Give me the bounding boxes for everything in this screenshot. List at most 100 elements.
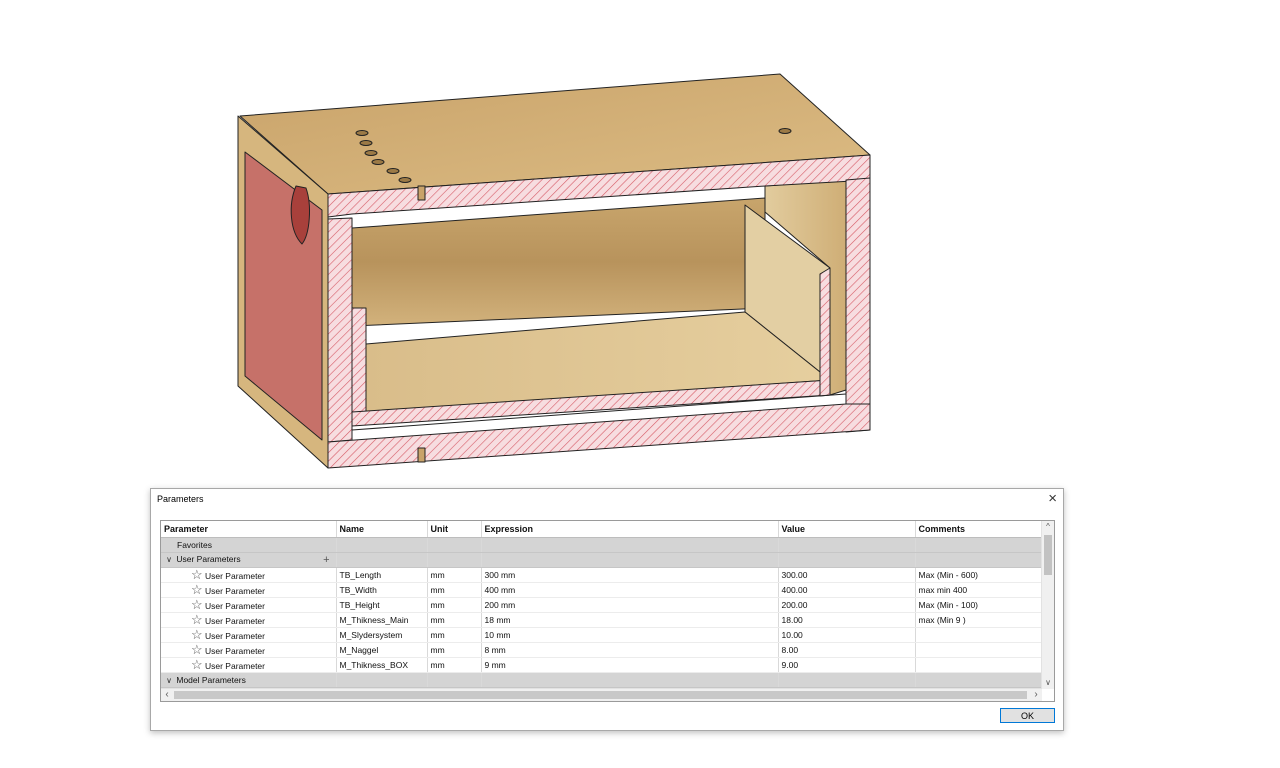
cell-comments[interactable]: Max (Min - 600): [915, 567, 1044, 583]
chevron-down-icon[interactable]: ∨: [164, 555, 174, 564]
column-header-expression[interactable]: Expression: [481, 521, 779, 538]
cell-parameter: User Parameter: [205, 571, 265, 581]
group-label-user-parameters: User Parameters: [176, 554, 241, 564]
cell-parameter: User Parameter: [205, 646, 265, 656]
dowel-hole: [355, 130, 369, 136]
group-label-model-parameters: Model Parameters: [176, 675, 246, 685]
cell-name[interactable]: TB_Length: [336, 567, 428, 583]
star-outline-icon[interactable]: ☆: [191, 568, 205, 581]
cell-parameter: User Parameter: [205, 661, 265, 671]
cell-parameter: User Parameter: [205, 616, 265, 626]
cell-value: 10.00: [778, 627, 916, 643]
column-header-name[interactable]: Name: [336, 521, 428, 538]
star-outline-icon[interactable]: ☆: [191, 658, 205, 671]
column-header-unit[interactable]: Unit: [427, 521, 482, 538]
cell-unit: mm: [427, 597, 482, 613]
cell-expression[interactable]: 10 mm: [481, 627, 779, 643]
chevron-down-icon[interactable]: ∨: [164, 676, 174, 685]
dowel-hole: [778, 128, 792, 134]
cell-unit: mm: [427, 627, 482, 643]
dowel-hole: [398, 177, 412, 183]
scroll-down-icon[interactable]: ∨: [1042, 677, 1054, 689]
dialog-title: Parameters: [157, 494, 204, 504]
cell-value: 300.00: [778, 567, 916, 583]
table-row[interactable]: ☆ User Parameter TB_Width mm 400 mm 400.00 max…: [161, 582, 1044, 598]
cell-value: 8.00: [778, 642, 916, 658]
table-header: Parameter Name Unit Expression Value Com…: [161, 521, 1044, 538]
group-row-model-parameters[interactable]: ∨ Model Parameters: [161, 672, 1044, 688]
cell-value: 18.00: [778, 612, 916, 628]
cell-name[interactable]: TB_Width: [336, 582, 428, 598]
table-row[interactable]: ☆ User Parameter TB_Length mm 300 mm 300.00 Ma…: [161, 567, 1044, 583]
cell-name[interactable]: M_Thikness_BOX: [336, 657, 428, 673]
cell-unit: mm: [427, 657, 482, 673]
table-row[interactable]: ☆ User Parameter M_Thikness_BOX mm 9 mm 9.00: [161, 657, 1044, 673]
scroll-up-icon[interactable]: ^: [1042, 521, 1054, 533]
cell-name[interactable]: M_Thikness_Main: [336, 612, 428, 628]
model-viewport[interactable]: [0, 0, 1280, 490]
star-outline-icon[interactable]: ☆: [191, 628, 205, 641]
section-drawer-right: [819, 267, 831, 397]
groove-notch: [417, 185, 426, 201]
parameters-table: Parameter Name Unit Expression Value Com…: [160, 520, 1055, 702]
table-row[interactable]: ☆ User Parameter M_Naggel mm 8 mm 8.00: [161, 642, 1044, 658]
column-header-parameter[interactable]: Parameter: [161, 521, 337, 538]
cell-unit: mm: [427, 567, 482, 583]
scroll-left-icon[interactable]: ‹: [161, 689, 173, 701]
parameters-dialog: Parameters × Parameter Name Unit Express…: [150, 488, 1064, 731]
cell-value: 400.00: [778, 582, 916, 598]
dowel-hole: [386, 168, 400, 174]
section-right: [845, 177, 871, 433]
section-drawer-left: [351, 307, 367, 415]
section-left: [327, 217, 353, 443]
cell-unit: mm: [427, 612, 482, 628]
cell-parameter: User Parameter: [205, 586, 265, 596]
cell-comments[interactable]: [915, 657, 1044, 673]
wooden-box-model: [237, 73, 871, 469]
horizontal-scroll-thumb[interactable]: [174, 691, 1027, 699]
cell-name[interactable]: M_Slydersystem: [336, 627, 428, 643]
ok-button[interactable]: OK: [1000, 708, 1055, 723]
cell-unit: mm: [427, 642, 482, 658]
cell-comments[interactable]: max (Min 9 ): [915, 612, 1044, 628]
table-row[interactable]: ☆ User Parameter M_Slydersystem mm 10 mm 10.0…: [161, 627, 1044, 643]
horizontal-scrollbar[interactable]: ‹ ›: [161, 688, 1042, 701]
cell-comments[interactable]: Max (Min - 100): [915, 597, 1044, 613]
plus-icon[interactable]: +: [323, 554, 329, 566]
group-label-favorites: Favorites: [161, 537, 337, 553]
cell-name[interactable]: TB_Height: [336, 597, 428, 613]
cell-value: 9.00: [778, 657, 916, 673]
cell-value: 200.00: [778, 597, 916, 613]
groove-notch: [417, 447, 426, 463]
cell-comments[interactable]: max min 400: [915, 582, 1044, 598]
star-outline-icon[interactable]: ☆: [191, 598, 205, 611]
close-icon[interactable]: ×: [1048, 490, 1057, 508]
table-row[interactable]: ☆ User Parameter TB_Height mm 200 mm 200.00 Ma…: [161, 597, 1044, 613]
cell-expression[interactable]: 300 mm: [481, 567, 779, 583]
cell-name[interactable]: M_Naggel: [336, 642, 428, 658]
column-header-comments[interactable]: Comments: [915, 521, 1044, 538]
vertical-scrollbar[interactable]: ^ ∨: [1041, 521, 1054, 689]
cell-expression[interactable]: 8 mm: [481, 642, 779, 658]
group-row-favorites[interactable]: Favorites: [161, 537, 1044, 553]
dowel-hole: [364, 150, 378, 156]
inner-back-wall: [351, 197, 766, 327]
cell-comments[interactable]: [915, 642, 1044, 658]
column-header-value[interactable]: Value: [778, 521, 916, 538]
cell-parameter: User Parameter: [205, 631, 265, 641]
group-row-user-parameters[interactable]: ∨ User Parameters +: [161, 552, 1044, 568]
star-outline-icon[interactable]: ☆: [191, 583, 205, 596]
cell-unit: mm: [427, 582, 482, 598]
star-outline-icon[interactable]: ☆: [191, 613, 205, 626]
cell-comments[interactable]: [915, 627, 1044, 643]
table-row[interactable]: ☆ User Parameter M_Thikness_Main mm 18 mm 18.…: [161, 612, 1044, 628]
cell-expression[interactable]: 18 mm: [481, 612, 779, 628]
star-outline-icon[interactable]: ☆: [191, 643, 205, 656]
cell-expression[interactable]: 9 mm: [481, 657, 779, 673]
cell-expression[interactable]: 200 mm: [481, 597, 779, 613]
cell-parameter: User Parameter: [205, 601, 265, 611]
vertical-scroll-thumb[interactable]: [1044, 535, 1052, 575]
scroll-right-icon[interactable]: ›: [1030, 689, 1042, 701]
dowel-hole: [359, 140, 373, 146]
cell-expression[interactable]: 400 mm: [481, 582, 779, 598]
